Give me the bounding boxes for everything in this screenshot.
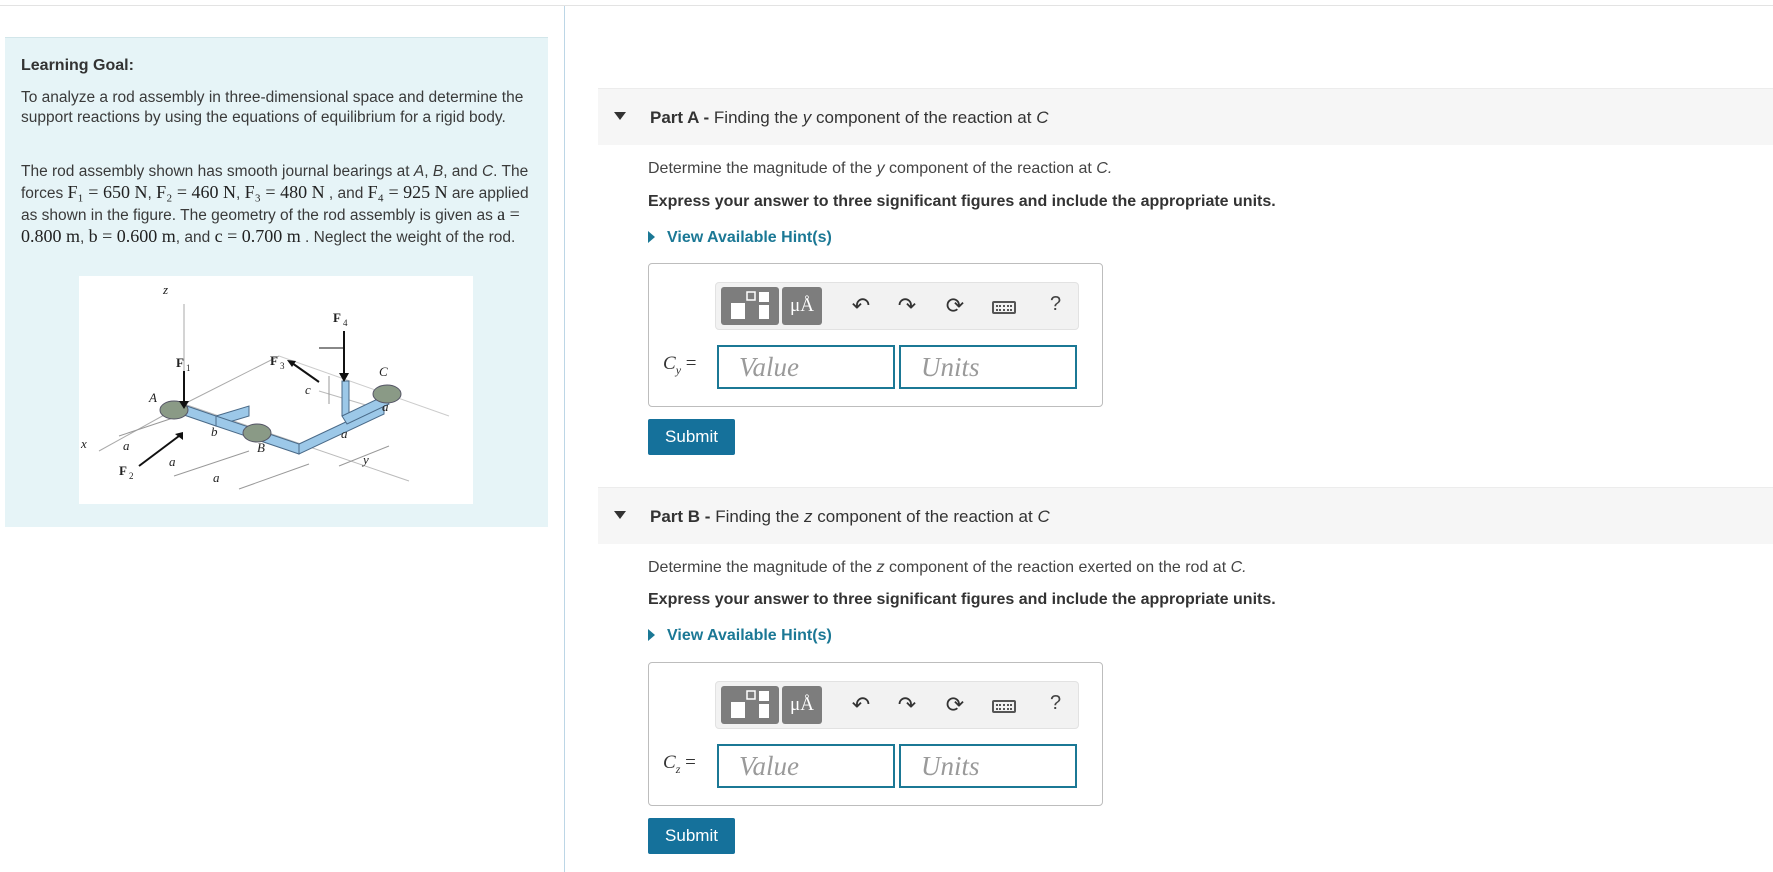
learning-goal-text: To analyze a rod assembly in three-dimen… <box>21 89 524 126</box>
rod-assembly-diagram: z x y F 1 F 2 F 3 F 4 A B C a a a a a b <box>80 282 450 490</box>
value-input[interactable]: Value <box>717 744 895 788</box>
reset-icon[interactable]: ⟳ <box>942 692 968 718</box>
learning-goal-label: Learning Goal: <box>21 57 134 74</box>
redo-icon[interactable]: ↷ <box>894 692 920 718</box>
part-a-instruction: Express your answer to three significant… <box>648 193 1276 210</box>
force-f2: F₂ = 460 N <box>156 182 237 202</box>
svg-text:c: c <box>305 382 311 397</box>
svg-text:a: a <box>169 454 176 469</box>
collapse-caret-icon[interactable] <box>614 511 626 519</box>
svg-text:a: a <box>123 438 130 453</box>
label-x: x <box>80 436 87 451</box>
undo-icon[interactable]: ↶ <box>848 692 874 718</box>
help-icon[interactable]: ? <box>1050 692 1061 715</box>
undo-icon[interactable]: ↶ <box>848 293 874 319</box>
label-F1: F <box>176 355 184 370</box>
variable-label: Cz = <box>663 752 696 776</box>
help-icon[interactable]: ? <box>1050 293 1061 316</box>
redo-icon[interactable]: ↷ <box>894 293 920 319</box>
label-B: B <box>257 440 265 455</box>
svg-text:1: 1 <box>186 363 191 373</box>
collapse-caret-icon[interactable] <box>614 112 626 120</box>
templates-icon <box>731 291 769 319</box>
units-input[interactable]: Units <box>899 345 1077 389</box>
part-b-answer-box: μÅ ↶ ↷ ⟳ ? Cz = Value Units <box>648 662 1103 806</box>
value-input[interactable]: Value <box>717 345 895 389</box>
units-button[interactable]: μÅ <box>782 287 822 325</box>
template-button[interactable] <box>721 686 779 724</box>
svg-text:a: a <box>213 470 220 485</box>
expand-triangle-icon <box>648 629 655 641</box>
force-f1: F₁ = 650 N <box>67 182 148 202</box>
svg-text:4: 4 <box>343 318 348 328</box>
part-b-header[interactable]: Part B - Finding the z component of the … <box>598 487 1773 544</box>
templates-icon <box>731 690 769 718</box>
part-a-title: Part A - Finding the y component of the … <box>650 108 1049 127</box>
problem-statement: The rod assembly shown has smooth journa… <box>21 163 529 246</box>
learning-goal-panel: Learning Goal: To analyze a rod assembly… <box>5 37 548 527</box>
label-F3: F <box>270 353 278 368</box>
rod-assembly-figure: z x y F 1 F 2 F 3 F 4 A B C a a a a a b <box>79 276 473 504</box>
units-input[interactable]: Units <box>899 744 1077 788</box>
part-b-question: Determine the magnitude of the z compone… <box>648 559 1247 576</box>
label-y: y <box>361 452 369 467</box>
label-F2: F <box>119 463 127 478</box>
submit-button[interactable]: Submit <box>648 419 735 455</box>
force-f4: F₄ = 925 N <box>367 182 448 202</box>
rod-vertical <box>341 380 350 417</box>
part-a-question: Determine the magnitude of the y compone… <box>648 160 1113 177</box>
part-b-instruction: Express your answer to three significant… <box>648 591 1276 608</box>
reset-icon[interactable]: ⟳ <box>942 293 968 319</box>
svg-text:a: a <box>341 426 348 441</box>
part-b-hint-toggle[interactable]: View Available Hint(s) <box>648 627 832 645</box>
force-f3: F₃ = 480 N <box>244 182 325 202</box>
label-C: C <box>379 364 388 379</box>
units-button[interactable]: μÅ <box>782 686 822 724</box>
template-button[interactable] <box>721 287 779 325</box>
geom-c: c = 0.700 m <box>214 226 301 246</box>
expand-triangle-icon <box>648 231 655 243</box>
submit-button[interactable]: Submit <box>648 818 735 854</box>
label-A: A <box>148 390 157 405</box>
math-toolbar: μÅ ↶ ↷ ⟳ ? <box>715 681 1079 729</box>
part-a-hint-toggle[interactable]: View Available Hint(s) <box>648 229 832 247</box>
svg-text:3: 3 <box>280 361 285 371</box>
top-border <box>0 5 1773 6</box>
geom-b: b = 0.600 m <box>88 226 176 246</box>
keyboard-icon[interactable] <box>992 301 1016 314</box>
label-z: z <box>162 282 168 297</box>
column-divider <box>564 6 565 872</box>
svg-text:2: 2 <box>129 471 134 481</box>
part-a-answer-box: μÅ ↶ ↷ ⟳ ? Cy = Value Units <box>648 263 1103 407</box>
svg-text:b: b <box>211 424 218 439</box>
keyboard-icon[interactable] <box>992 700 1016 713</box>
variable-label: Cy = <box>663 353 697 377</box>
part-b-title: Part B - Finding the z component of the … <box>650 507 1050 526</box>
svg-text:a: a <box>382 399 389 414</box>
math-toolbar: μÅ ↶ ↷ ⟳ ? <box>715 282 1079 330</box>
label-F4: F <box>333 310 341 325</box>
part-a-header[interactable]: Part A - Finding the y component of the … <box>598 88 1773 145</box>
